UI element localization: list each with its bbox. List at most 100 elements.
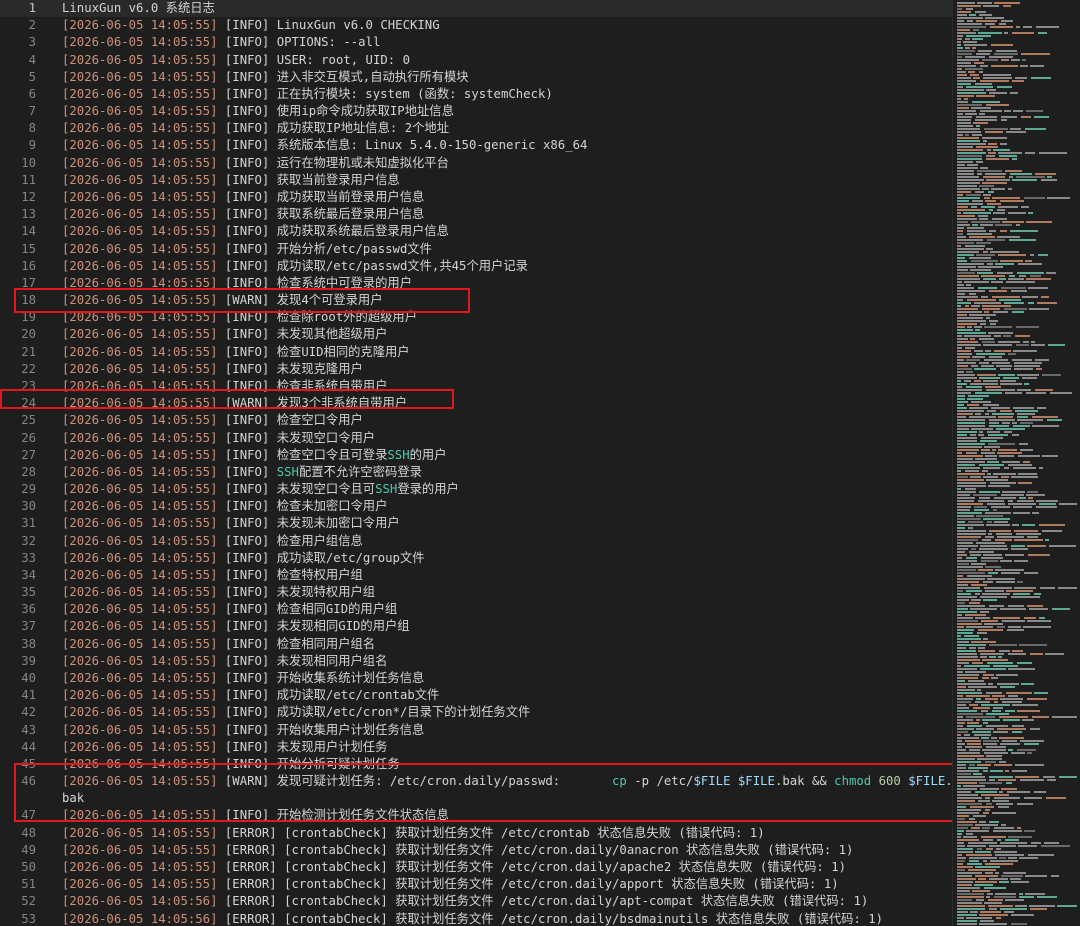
minimap-stroke bbox=[1004, 110, 1011, 112]
log-line[interactable]: 40 [2026-06-05 14:05:55] [INFO] 开始收集系统计划任… bbox=[0, 670, 952, 687]
log-line[interactable]: 25 [2026-06-05 14:05:55] [INFO] 检查空口令用户 bbox=[0, 412, 952, 429]
log-line[interactable]: 38 [2026-06-05 14:05:55] [INFO] 检查相同用户组名 bbox=[0, 636, 952, 653]
log-line[interactable]: 33 [2026-06-05 14:05:55] [INFO] 成功读取/etc/… bbox=[0, 550, 952, 567]
log-line[interactable]: 7 [2026-06-05 14:05:55] [INFO] 使用ip命令成功获取… bbox=[0, 103, 952, 120]
log-line[interactable]: 15 [2026-06-05 14:05:55] [INFO] 开始分析/etc/… bbox=[0, 241, 952, 258]
minimap-stroke bbox=[1034, 791, 1046, 793]
log-line[interactable]: 41 [2026-06-05 14:05:55] [INFO] 成功读取/etc/… bbox=[0, 687, 952, 704]
minimap-stroke bbox=[967, 575, 992, 577]
log-level: [INFO] bbox=[224, 447, 270, 462]
minimap-stroke bbox=[1013, 467, 1036, 469]
minimap-stroke bbox=[999, 299, 1021, 301]
minimap-stroke bbox=[1008, 188, 1012, 190]
minimap-stroke bbox=[969, 857, 997, 859]
highlight-box-line-18 bbox=[14, 288, 470, 313]
log-line[interactable]: 6 [2026-06-05 14:05:55] [INFO] 正在执行模块: sy… bbox=[0, 86, 952, 103]
log-line[interactable]: 35 [2026-06-05 14:05:55] [INFO] 未发现特权用户组 bbox=[0, 584, 952, 601]
log-line[interactable]: 36 [2026-06-05 14:05:55] [INFO] 检查相同GID的用… bbox=[0, 601, 952, 618]
log-line[interactable]: 13 [2026-06-05 14:05:55] [INFO] 获取系统最后登录用… bbox=[0, 206, 952, 223]
minimap[interactable] bbox=[952, 0, 1080, 926]
log-line[interactable]: 28 [2026-06-05 14:05:55] [INFO] SSH配置不允许空… bbox=[0, 464, 952, 481]
log-line[interactable]: 27 [2026-06-05 14:05:55] [INFO] 检查空口令且可登录… bbox=[0, 447, 952, 464]
minimap-stroke bbox=[992, 296, 1020, 298]
minimap-stroke bbox=[957, 416, 966, 418]
minimap-stroke bbox=[997, 683, 1019, 685]
minimap-stroke bbox=[957, 230, 963, 232]
minimap-stroke bbox=[1011, 290, 1027, 292]
minimap-stroke bbox=[1021, 206, 1029, 208]
log-line[interactable]: 8 [2026-06-05 14:05:55] [INFO] 成功获取IP地址信息… bbox=[0, 120, 952, 137]
minimap-stroke bbox=[1027, 536, 1038, 538]
minimap-stroke bbox=[1035, 359, 1049, 361]
minimap-stroke bbox=[990, 323, 996, 325]
line-number: 51 bbox=[21, 877, 36, 892]
log-line[interactable]: 51 [2026-06-05 14:05:55] [ERROR] [crontab… bbox=[0, 876, 952, 893]
log-line[interactable]: 52 [2026-06-05 14:05:56] [ERROR] [crontab… bbox=[0, 893, 952, 910]
minimap-stroke bbox=[975, 791, 997, 793]
minimap-stroke bbox=[965, 245, 985, 247]
minimap-stroke bbox=[1020, 422, 1033, 424]
minimap-stroke bbox=[1000, 608, 1026, 610]
log-line[interactable]: 22 [2026-06-05 14:05:55] [INFO] 未发现克隆用户 bbox=[0, 361, 952, 378]
log-line[interactable]: 5 [2026-06-05 14:05:55] [INFO] 进入非交互模式,自动… bbox=[0, 69, 952, 86]
log-line[interactable]: 14 [2026-06-05 14:05:55] [INFO] 成功获取系统最后登… bbox=[0, 223, 952, 240]
log-line[interactable]: 26 [2026-06-05 14:05:55] [INFO] 未发现空口令用户 bbox=[0, 430, 952, 447]
message-text: 配置不允许空密码登录 bbox=[298, 464, 422, 479]
minimap-stroke bbox=[1012, 704, 1038, 706]
minimap-stroke bbox=[957, 524, 984, 526]
minimap-stroke bbox=[957, 179, 984, 181]
log-line[interactable]: 31 [2026-06-05 14:05:55] [INFO] 未发现未加密口令用… bbox=[0, 515, 952, 532]
log-line[interactable]: 1 LinuxGun v6.0 系统日志 bbox=[0, 0, 952, 17]
minimap-stroke bbox=[1002, 740, 1017, 742]
log-line[interactable]: 12 [2026-06-05 14:05:55] [INFO] 成功获取当前登录用… bbox=[0, 189, 952, 206]
log-line[interactable]: 53 [2026-06-05 14:05:56] [ERROR] [crontab… bbox=[0, 911, 952, 926]
minimap-stroke bbox=[986, 803, 992, 805]
minimap-stroke bbox=[967, 20, 973, 22]
log-line[interactable]: 50 [2026-06-05 14:05:55] [ERROR] [crontab… bbox=[0, 859, 952, 876]
log-line[interactable]: 3 [2026-06-05 14:05:55] [INFO] OPTIONS: -… bbox=[0, 34, 952, 51]
log-line[interactable]: 9 [2026-06-05 14:05:55] [INFO] 系统版本信息: Li… bbox=[0, 137, 952, 154]
log-line[interactable]: 2 [2026-06-05 14:05:55] [INFO] LinuxGun v… bbox=[0, 17, 952, 34]
minimap-stroke bbox=[957, 308, 978, 310]
minimap-stroke bbox=[985, 698, 998, 700]
minimap-stroke bbox=[957, 497, 975, 499]
log-line[interactable]: 4 [2026-06-05 14:05:55] [INFO] USER: root… bbox=[0, 52, 952, 69]
log-line[interactable]: 42 [2026-06-05 14:05:55] [INFO] 成功读取/etc/… bbox=[0, 704, 952, 721]
log-level: [INFO] bbox=[224, 172, 270, 187]
log-line[interactable]: 44 [2026-06-05 14:05:55] [INFO] 未发现用户计划任务 bbox=[0, 739, 952, 756]
minimap-stroke bbox=[969, 293, 976, 295]
minimap-stroke bbox=[977, 272, 993, 274]
minimap-stroke bbox=[1042, 455, 1058, 457]
minimap-stroke bbox=[1000, 842, 1027, 844]
log-line[interactable]: 21 [2026-06-05 14:05:55] [INFO] 检查UID相同的克… bbox=[0, 344, 952, 361]
timestamp: [2026-06-05 14:05:55] bbox=[62, 172, 218, 187]
log-line[interactable]: 29 [2026-06-05 14:05:55] [INFO] 未发现空口令且可S… bbox=[0, 481, 952, 498]
log-line[interactable]: 43 [2026-06-05 14:05:55] [INFO] 开始收集用户计划任… bbox=[0, 722, 952, 739]
minimap-stroke bbox=[1024, 572, 1038, 574]
minimap-stroke bbox=[983, 812, 989, 814]
log-line[interactable]: 49 [2026-06-05 14:05:55] [ERROR] [crontab… bbox=[0, 842, 952, 859]
minimap-stroke bbox=[1028, 497, 1033, 499]
log-line[interactable]: 34 [2026-06-05 14:05:55] [INFO] 检查特权用户组 bbox=[0, 567, 952, 584]
log-line[interactable]: 32 [2026-06-05 14:05:55] [INFO] 检查用户组信息 bbox=[0, 533, 952, 550]
minimap-stroke bbox=[983, 176, 1005, 178]
minimap-stroke bbox=[976, 254, 995, 256]
log-line[interactable]: 48 [2026-06-05 14:05:55] [ERROR] [crontab… bbox=[0, 825, 952, 842]
line-number: 22 bbox=[21, 361, 36, 376]
minimap-stroke bbox=[957, 275, 979, 277]
log-line[interactable]: 20 [2026-06-05 14:05:55] [INFO] 未发现其他超级用户 bbox=[0, 326, 952, 343]
log-line[interactable]: 37 [2026-06-05 14:05:55] [INFO] 未发现相同GID的… bbox=[0, 618, 952, 635]
log-line[interactable]: 30 [2026-06-05 14:05:55] [INFO] 检查未加密口令用户 bbox=[0, 498, 952, 515]
message-text: 成功获取IP地址信息: 2个地址 bbox=[276, 121, 450, 136]
minimap-stroke bbox=[984, 587, 1012, 589]
log-line[interactable]: 16 [2026-06-05 14:05:55] [INFO] 成功读取/etc/… bbox=[0, 258, 952, 275]
minimap-stroke bbox=[957, 731, 968, 733]
minimap-stroke bbox=[988, 143, 997, 145]
timestamp: [2026-06-05 14:05:55] bbox=[62, 224, 218, 239]
minimap-stroke bbox=[987, 662, 1013, 664]
log-line[interactable]: 39 [2026-06-05 14:05:55] [INFO] 未发现相同用户组名 bbox=[0, 653, 952, 670]
log-line[interactable]: 10 [2026-06-05 14:05:55] [INFO] 运行在物理机或未知… bbox=[0, 155, 952, 172]
message-text: 未发现空口令且可 bbox=[276, 482, 376, 497]
log-line[interactable]: 11 [2026-06-05 14:05:55] [INFO] 获取当前登录用户信… bbox=[0, 172, 952, 189]
message-text: 正在执行模块: system (函数: systemCheck) bbox=[276, 86, 553, 101]
